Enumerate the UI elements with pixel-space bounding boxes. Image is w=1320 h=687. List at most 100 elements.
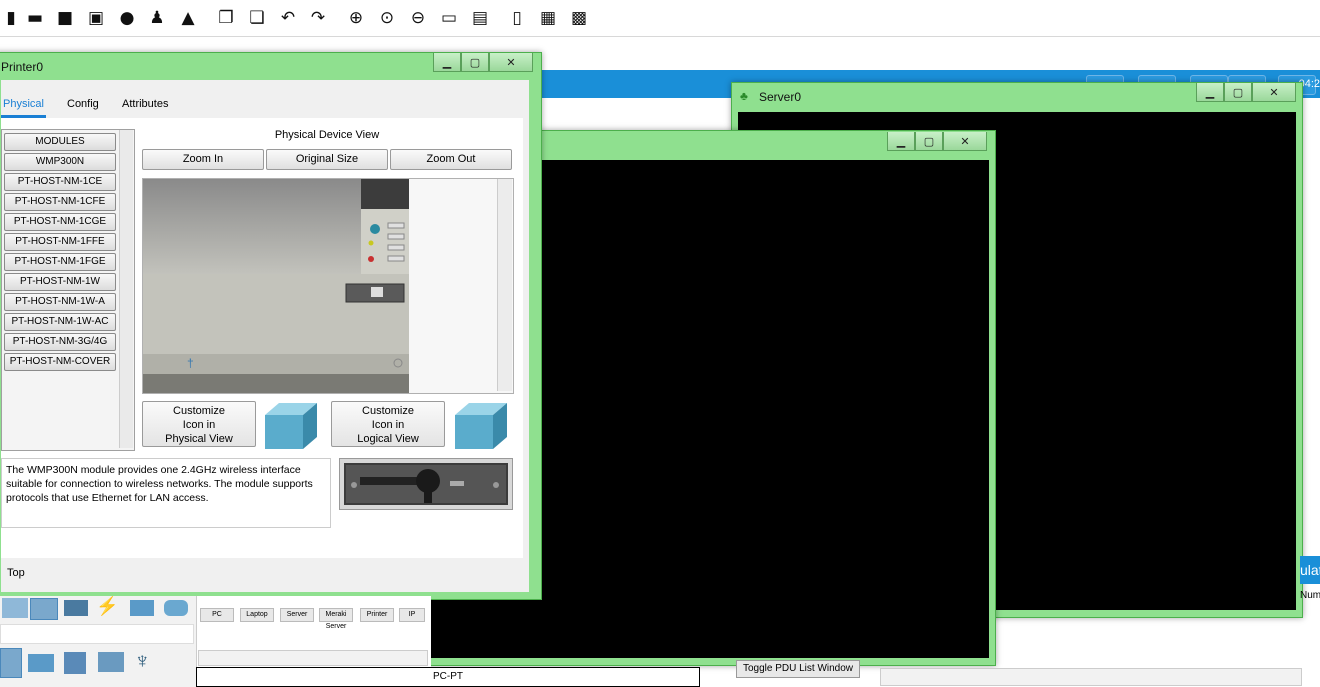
device-category-row: ⚡ (0, 596, 196, 622)
subcategory-icon[interactable] (98, 652, 124, 672)
toggle-pdu-list-button[interactable]: Toggle PDU List Window (736, 660, 860, 678)
category-icon[interactable] (164, 600, 188, 616)
info-icon[interactable]: ● (116, 7, 138, 29)
num-column-label: Num (1300, 590, 1320, 601)
lightning-icon[interactable]: ⚡ (96, 596, 118, 617)
original-size-button[interactable]: Original Size (266, 149, 388, 170)
svg-text:†: † (187, 356, 194, 370)
category-icon[interactable] (30, 598, 58, 620)
server-window-title: Server0 (759, 90, 802, 104)
open-folder-icon[interactable]: ▬ (24, 7, 46, 29)
tab-attributes[interactable]: Attributes (120, 93, 170, 115)
module-item[interactable]: WMP300N (4, 153, 116, 171)
zoom-in-button[interactable]: Zoom In (142, 149, 264, 170)
module-item[interactable]: PT-HOST-NM-3G/4G (4, 333, 116, 351)
copy-icon[interactable]: ❐ (215, 7, 237, 29)
main-toolbar: ▮ ▬ ■ ▣ ● ♟ ▲ ❐ ❏ ↶ ↷ ⊕ ⊙ ⊖ ▭ ▤ ▯ ▦ ▩ (0, 0, 1320, 37)
console-window-controls: ▁ ▢ ✕ (887, 132, 987, 152)
pdu-list-scrollbar[interactable] (880, 668, 1302, 686)
close-button[interactable]: ✕ (489, 53, 533, 72)
customize-logical-line2: Icon in (371, 419, 405, 431)
top-checkbox-label[interactable]: Top (7, 567, 25, 579)
zoom-out-icon[interactable]: ⊖ (407, 7, 429, 29)
server-icon: ♣ (740, 89, 748, 103)
device-pc[interactable]: PC (200, 608, 234, 622)
notes-icon[interactable]: ▯ (506, 7, 528, 29)
selected-device-label: PC-PT (196, 667, 700, 687)
subcategory-icon[interactable] (0, 648, 22, 678)
device-printer[interactable]: Printer (360, 608, 394, 622)
printer-image: † (143, 179, 409, 393)
module-item[interactable]: PT-HOST-NM-1W-AC (4, 313, 116, 331)
server-window-controls: ▁ ▢ ✕ (1196, 83, 1296, 103)
zoom-in-icon[interactable]: ⊕ (345, 7, 367, 29)
physical-device-view: † (142, 178, 514, 394)
physical-device-view-label: Physical Device View (274, 129, 380, 141)
maximize-button[interactable]: ▢ (1224, 83, 1252, 102)
module-item[interactable]: PT-HOST-NM-1CE (4, 173, 116, 191)
category-icon[interactable] (2, 598, 28, 618)
paste-icon[interactable]: ❏ (246, 7, 268, 29)
module-item[interactable]: PT-HOST-NM-1CFE (4, 193, 116, 211)
customize-physical-button[interactable]: Customize Icon in Physical View (142, 401, 256, 447)
tab-physical[interactable]: Physical (1, 93, 46, 118)
device-ip-phone[interactable]: IP Phone (399, 608, 425, 622)
drawing-palette-icon[interactable]: ▭ (438, 7, 460, 29)
customize-physical-line1: Customize (173, 405, 225, 417)
device-server[interactable]: Server (280, 608, 314, 622)
customize-logical-line1: Customize (362, 405, 414, 417)
minimize-button[interactable]: ▁ (433, 53, 461, 72)
customize-logical-button[interactable]: Customize Icon in Logical View (331, 401, 445, 447)
module-description: The WMP300N module provides one 2.4GHz w… (1, 458, 331, 528)
module-item[interactable]: PT-HOST-NM-1W (4, 273, 116, 291)
subcategory-icon[interactable] (28, 654, 54, 672)
module-item[interactable]: PT-HOST-NM-1FFE (4, 233, 116, 251)
module-item[interactable]: PT-HOST-NM-1W-A (4, 293, 116, 311)
custom-devices-icon[interactable]: ▤ (469, 7, 491, 29)
cloud-icon[interactable]: ▩ (568, 7, 590, 29)
cluster-icon[interactable]: ▦ (537, 7, 559, 29)
device-meraki-server[interactable]: Meraki Server (319, 608, 353, 630)
module-list-scrollbar[interactable] (119, 130, 133, 448)
maximize-button[interactable]: ▢ (915, 132, 943, 151)
customize-physical-line3: Physical View (165, 433, 233, 445)
network-info-icon[interactable]: ♟ (146, 7, 168, 29)
device-view-scrollbar[interactable] (497, 179, 512, 391)
category-icon[interactable] (64, 600, 88, 616)
subcategory-icon[interactable] (64, 652, 86, 674)
minimize-button[interactable]: ▁ (887, 132, 915, 151)
minimize-button[interactable]: ▁ (1196, 83, 1224, 102)
close-button[interactable]: ✕ (943, 132, 987, 151)
print-icon[interactable]: ▣ (85, 7, 107, 29)
close-button[interactable]: ✕ (1252, 83, 1296, 102)
device-search[interactable] (0, 624, 194, 644)
module-list: MODULES WMP300N PT-HOST-NM-1CE PT-HOST-N… (1, 129, 135, 451)
device-subcategory-row: ♆ (0, 648, 196, 678)
device-laptop[interactable]: Laptop (240, 608, 274, 622)
module-item[interactable]: PT-HOST-NM-1FGE (4, 253, 116, 271)
module-item[interactable]: PT-HOST-NM-COVER (4, 353, 116, 371)
physical-cube-icon (265, 403, 317, 449)
printer-window: Printer0 ▁ ▢ ✕ Physical Config Attribute… (0, 52, 542, 600)
printer-window-title: Printer0 (1, 60, 44, 74)
new-file-icon[interactable]: ▮ (0, 7, 22, 29)
zoom-reset-icon[interactable]: ⊙ (376, 7, 398, 29)
printer-window-controls: ▁ ▢ ✕ (433, 53, 533, 73)
save-icon[interactable]: ■ (54, 7, 76, 29)
printer-window-body: Physical Config Attributes MODULES WMP30… (1, 80, 529, 592)
logical-cube-icon (455, 403, 507, 449)
module-list-header[interactable]: MODULES (4, 133, 116, 151)
category-icon[interactable] (130, 600, 154, 616)
simulation-tab[interactable]: ulat (1300, 556, 1320, 584)
device-list-scrollbar[interactable] (198, 650, 428, 666)
undo-icon[interactable]: ↶ (277, 7, 299, 29)
activity-wizard-icon[interactable]: ▲ (177, 7, 199, 29)
module-image (339, 458, 513, 510)
customize-logical-line3: Logical View (357, 433, 419, 445)
tab-config[interactable]: Config (65, 93, 101, 115)
zoom-out-button[interactable]: Zoom Out (390, 149, 512, 170)
maximize-button[interactable]: ▢ (461, 53, 489, 72)
redo-icon[interactable]: ↷ (307, 7, 329, 29)
tower-icon[interactable]: ♆ (134, 648, 151, 674)
module-item[interactable]: PT-HOST-NM-1CGE (4, 213, 116, 231)
